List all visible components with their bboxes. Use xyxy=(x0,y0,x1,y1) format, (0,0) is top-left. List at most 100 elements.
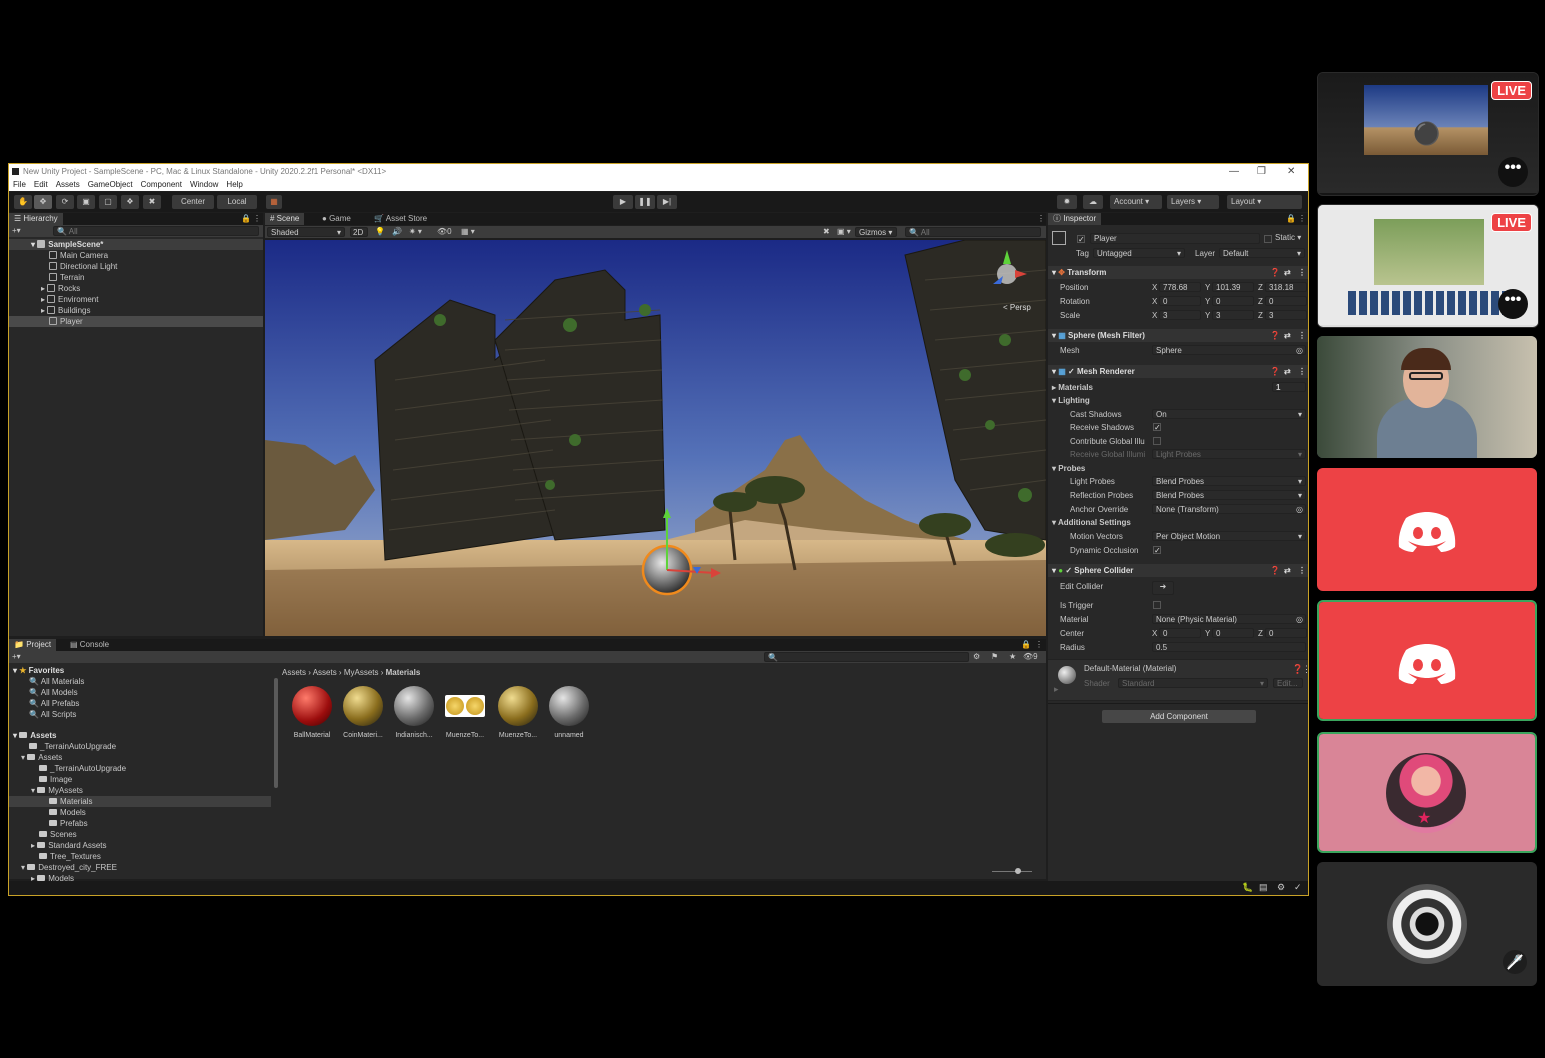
add-icon[interactable]: +▾ xyxy=(12,651,21,663)
shading-dropdown[interactable]: Shaded ▾ xyxy=(267,227,345,237)
folder-item[interactable]: Prefabs xyxy=(9,818,88,829)
transform-header[interactable]: ▾ ✥ Transform ❓ ⇄ ⋮ xyxy=(1048,266,1308,279)
discord-tile-2-speaking[interactable] xyxy=(1317,600,1537,721)
transform-tool-icon[interactable]: ❖ xyxy=(121,195,139,209)
light-icon[interactable]: 💡 xyxy=(375,226,385,238)
materials-row[interactable]: ▸ Materials 1 xyxy=(1048,381,1308,394)
folder-item[interactable]: Tree_Textures xyxy=(9,851,101,862)
preset-icon[interactable]: ⇄ xyxy=(1284,365,1291,378)
hierarchy-search-input[interactable]: 🔍 All xyxy=(53,226,259,236)
debug-icon[interactable]: 🐛 xyxy=(1242,882,1253,893)
play-button[interactable]: ▶ xyxy=(613,195,633,209)
kebab-menu-icon[interactable]: ⋮ xyxy=(1298,365,1306,378)
material-title[interactable]: Default-Material (Material) xyxy=(1084,664,1176,673)
tab-hierarchy[interactable]: ☰ Hierarchy xyxy=(9,213,63,225)
audio-icon[interactable]: 🔊 xyxy=(392,226,402,238)
menu-assets[interactable]: Assets xyxy=(56,180,80,189)
folder-item-selected[interactable]: Materials xyxy=(9,796,271,807)
asset-material-ballmaterial[interactable]: BallMaterial xyxy=(291,686,333,739)
add-component-button[interactable]: Add Component xyxy=(1102,710,1256,723)
favorite-icon[interactable]: ★ xyxy=(1009,651,1016,663)
zoom-slider[interactable] xyxy=(992,871,1032,872)
tag-dropdown[interactable]: Untagged ▾ xyxy=(1093,248,1185,258)
folder-item[interactable]: ▾ MyAssets xyxy=(9,785,83,796)
asset-material-unnamed[interactable]: unnamed xyxy=(548,686,590,739)
hidden-packages-icon[interactable]: 👁9 xyxy=(1023,651,1038,663)
favorite-item[interactable]: 🔍 All Scripts xyxy=(9,709,76,720)
kebab-menu-icon[interactable]: ⋮ xyxy=(253,213,261,225)
tab-asset-store[interactable]: 🛒 Asset Store xyxy=(369,213,432,225)
asset-material-coinmaterial[interactable]: CoinMateri... xyxy=(342,686,384,739)
custom-tool-icon[interactable]: ✖ xyxy=(143,195,161,209)
expand-icon[interactable]: ▸ xyxy=(1054,684,1059,695)
scale-x-field[interactable]: 3 xyxy=(1159,310,1201,320)
more-options-icon[interactable]: ••• xyxy=(1498,289,1528,319)
lock-icon[interactable]: 🔒 xyxy=(241,213,251,225)
hand-tool-icon[interactable]: ✋ xyxy=(14,195,32,209)
folder-item[interactable]: ▸ Standard Assets xyxy=(9,840,107,851)
position-y-field[interactable]: 101.39 xyxy=(1212,282,1254,292)
is-trigger-checkbox[interactable] xyxy=(1153,601,1161,609)
more-options-icon[interactable]: ••• xyxy=(1498,157,1528,187)
scale-z-field[interactable]: 3 xyxy=(1265,310,1307,320)
scale-tool-icon[interactable]: ▣ xyxy=(77,195,95,209)
contribute-gi-checkbox[interactable] xyxy=(1153,437,1161,445)
tree-scrollbar[interactable] xyxy=(274,678,278,788)
rotation-x-field[interactable]: 0 xyxy=(1159,296,1201,306)
folder-item[interactable]: ▾ Destroyed_city_FREE xyxy=(9,862,117,873)
folder-item[interactable]: _TerrainAutoUpgrade xyxy=(9,763,126,774)
hierarchy-item-main-camera[interactable]: Main Camera xyxy=(9,250,108,261)
tab-console[interactable]: ▤ Console xyxy=(65,639,114,651)
pause-button[interactable]: ❚❚ xyxy=(635,195,655,209)
move-tool-icon[interactable]: ✥ xyxy=(34,195,52,209)
hierarchy-item-directional-light[interactable]: Directional Light xyxy=(9,261,117,272)
hierarchy-item-terrain[interactable]: Terrain xyxy=(9,272,84,283)
lighting-foldout[interactable]: ▾ Lighting xyxy=(1048,394,1308,407)
layers-dropdown[interactable]: Layers ▾ xyxy=(1167,195,1219,209)
layout-dropdown[interactable]: Layout ▾ xyxy=(1227,195,1302,209)
favorites-root[interactable]: ▾ ★ Favorites xyxy=(9,665,64,676)
progress-icon[interactable]: ▤ xyxy=(1259,882,1268,893)
cloud-icon[interactable]: ☁ xyxy=(1083,195,1103,209)
collider-material-field[interactable]: None (Physic Material) ◎ xyxy=(1152,614,1306,624)
2d-toggle[interactable]: 2D xyxy=(350,227,368,237)
lock-icon[interactable]: 🔒 xyxy=(1021,639,1031,651)
pivot-local-toggle[interactable]: Local xyxy=(217,195,257,209)
close-icon[interactable]: ✕ xyxy=(1287,164,1295,179)
edit-collider-button[interactable]: ➜ xyxy=(1152,581,1174,595)
center-y-field[interactable]: 0 xyxy=(1212,628,1254,638)
menu-help[interactable]: Help xyxy=(226,180,242,189)
snap-icon[interactable]: ▦ xyxy=(266,195,282,209)
rotation-y-field[interactable]: 0 xyxy=(1212,296,1254,306)
help-icon[interactable]: ❓ xyxy=(1270,564,1280,577)
kebab-menu-icon[interactable]: ⋮ xyxy=(1298,564,1306,577)
reflection-probes-dropdown[interactable]: Blend Probes ▾ xyxy=(1152,490,1306,500)
discord-tile-1[interactable] xyxy=(1317,468,1537,591)
help-icon[interactable]: ❓ xyxy=(1270,365,1280,378)
scale-y-field[interactable]: 3 xyxy=(1212,310,1254,320)
collab-icon[interactable]: ✹ xyxy=(1057,195,1077,209)
menu-gameobject[interactable]: GameObject xyxy=(88,180,133,189)
menu-window[interactable]: Window xyxy=(190,180,218,189)
rotation-z-field[interactable]: 0 xyxy=(1265,296,1307,306)
stream-tile-1[interactable]: ⚫ LIVE ••• xyxy=(1317,72,1539,196)
static-checkbox[interactable] xyxy=(1264,235,1272,243)
step-button[interactable]: ▶| xyxy=(657,195,677,209)
tab-inspector[interactable]: ⓘ Inspector xyxy=(1048,213,1102,225)
asset-material-muenze-2[interactable]: MuenzeTo... xyxy=(497,686,539,739)
mesh-filter-header[interactable]: ▾ ▦ Sphere (Mesh Filter) ❓ ⇄ ⋮ xyxy=(1048,329,1308,342)
rotate-tool-icon[interactable]: ⟳ xyxy=(56,195,74,209)
assets-root[interactable]: ▾ Assets xyxy=(9,730,57,741)
receive-shadows-checkbox[interactable]: ✓ xyxy=(1153,423,1161,432)
asset-material-indianisch[interactable]: Indianisch... xyxy=(393,686,435,739)
center-x-field[interactable]: 0 xyxy=(1159,628,1201,638)
radius-field[interactable]: 0.5 xyxy=(1152,642,1306,652)
folder-item[interactable]: _TerrainAutoUpgrade xyxy=(9,741,116,752)
anchor-override-field[interactable]: None (Transform) ◎ xyxy=(1152,504,1306,514)
kebab-menu-icon[interactable]: ⋮ xyxy=(1037,213,1045,225)
materials-count-field[interactable]: 1 xyxy=(1272,382,1306,392)
breadcrumb-item[interactable]: MyAssets xyxy=(344,668,379,677)
additional-settings-foldout[interactable]: ▾ Additional Settings xyxy=(1048,516,1308,529)
grid-icon[interactable]: ▦ ▾ xyxy=(461,226,475,238)
rect-tool-icon[interactable]: ▢ xyxy=(99,195,117,209)
